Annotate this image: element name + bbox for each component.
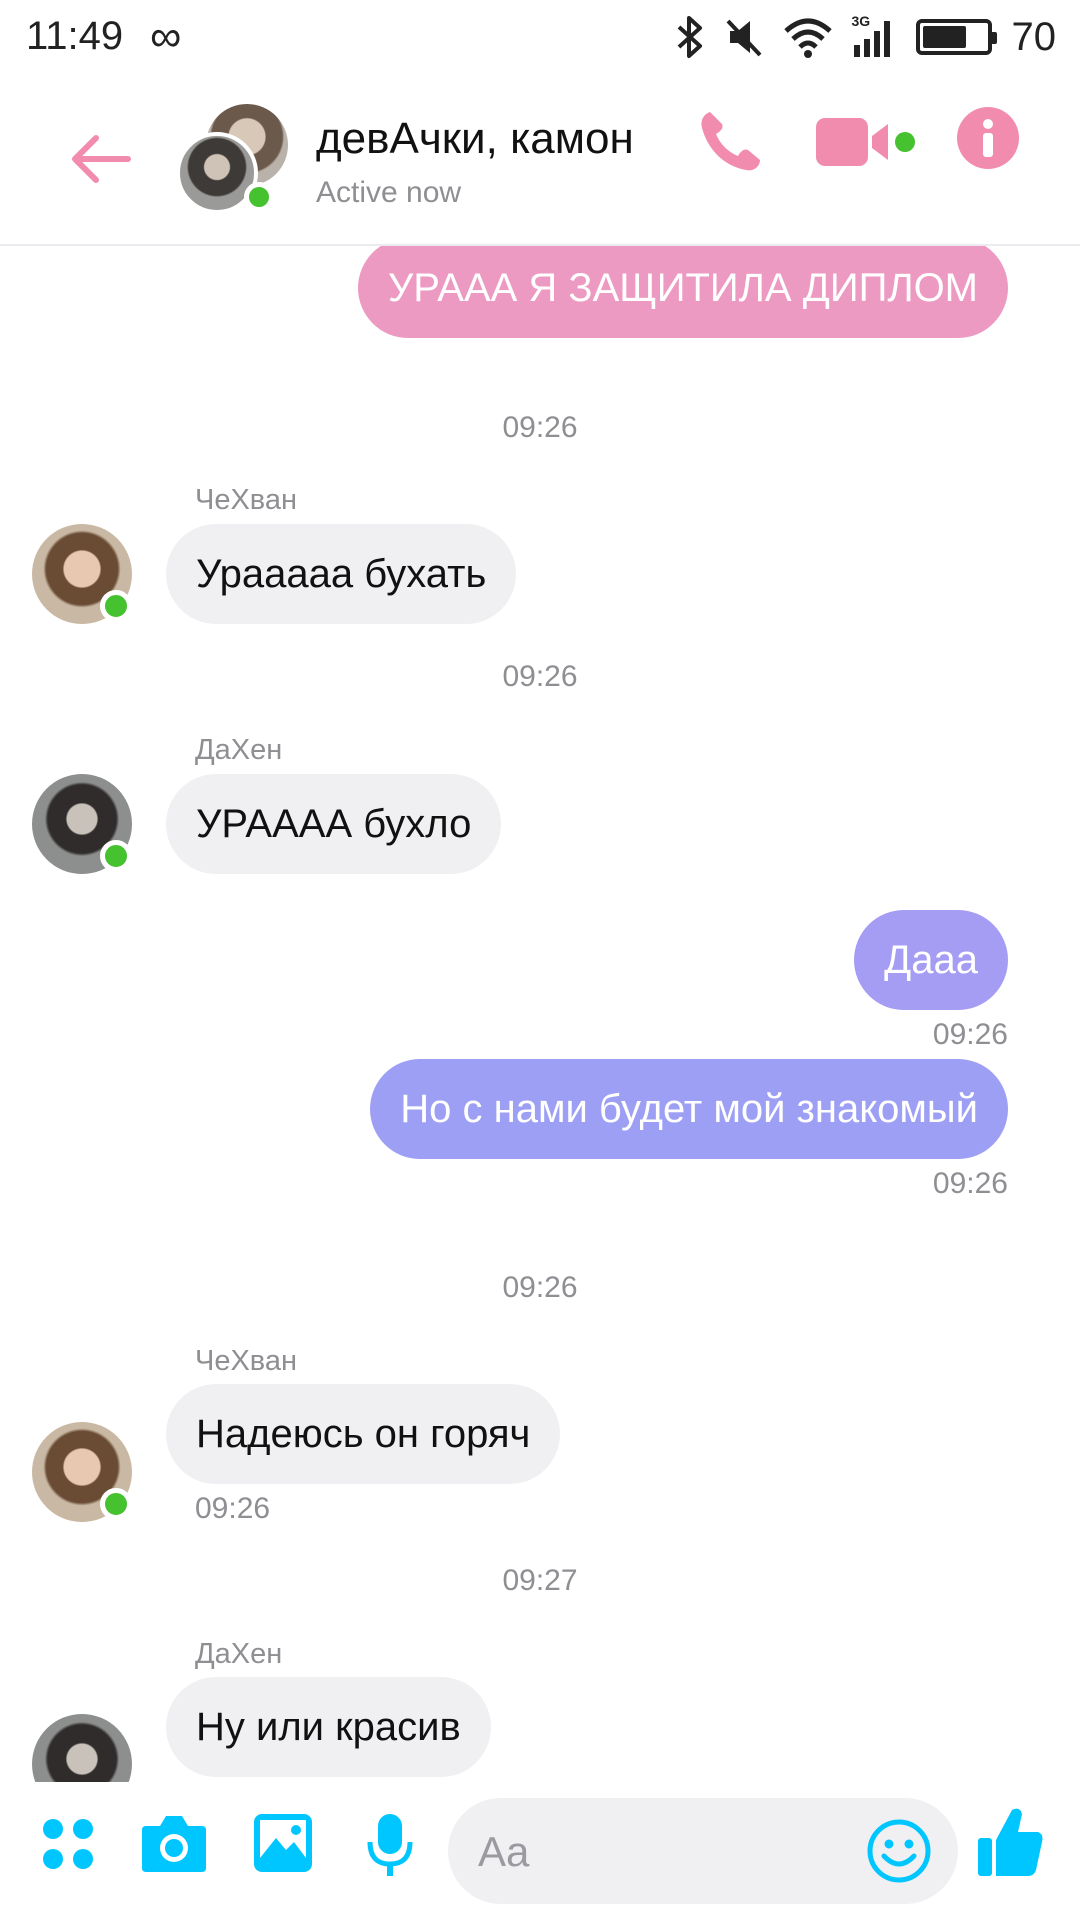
conversation-header: девАчки, камон Active now [0, 76, 1080, 246]
message-list[interactable]: УРААА Я ЗАЩИТИЛА ДИПЛОМ 09:26 ЧеХван Ура… [0, 246, 1080, 1782]
conversation-title[interactable]: девАчки, камон [316, 114, 634, 164]
outgoing-message[interactable]: Дааа [854, 910, 1008, 1010]
sender-name: ЧеХван [195, 484, 298, 516]
message-input[interactable]: Aa [448, 1798, 958, 1904]
incoming-message[interactable]: Надеюсь он горяч [166, 1384, 561, 1484]
info-icon[interactable] [956, 106, 1020, 170]
outgoing-message[interactable]: Но с нами будет мой знакомый [370, 1059, 1008, 1159]
bluetooth-icon [677, 16, 702, 58]
phone-icon[interactable] [696, 106, 766, 176]
message-composer: Aa [0, 1782, 1080, 1920]
status-time: 11:49 [26, 14, 124, 58]
emoji-icon[interactable] [866, 1818, 932, 1884]
infinity-icon: ∞ [150, 12, 182, 61]
online-indicator [100, 840, 132, 872]
3g-signal-icon: 3G [852, 13, 896, 59]
gallery-icon[interactable] [252, 1812, 314, 1874]
battery-percent: 70 [1011, 14, 1057, 59]
incoming-message[interactable]: УРАААА бухло [166, 774, 502, 874]
timestamp-divider: 09:26 [502, 411, 578, 444]
message-time: 09:26 [932, 1018, 1008, 1051]
presence-status: Active now [316, 176, 462, 209]
status-bar: 11:49 ∞ 3G 70 [0, 0, 1080, 76]
sender-name: ДаХен [195, 734, 283, 766]
incoming-message[interactable]: Ну или красив [166, 1677, 491, 1777]
thumbs-up-icon[interactable] [976, 1804, 1046, 1880]
back-arrow-icon[interactable] [66, 124, 136, 194]
group-avatar[interactable] [176, 104, 288, 214]
camera-icon[interactable] [140, 1812, 208, 1874]
battery-icon [915, 19, 997, 55]
sender-name: ДаХен [195, 1638, 283, 1670]
online-indicator [100, 1488, 132, 1520]
timestamp-divider: 09:26 [502, 1271, 578, 1304]
microphone-icon[interactable] [364, 1812, 416, 1878]
timestamp-divider: 09:27 [502, 1564, 578, 1597]
incoming-message[interactable]: Урааааа бухать [166, 524, 517, 624]
timestamp-divider: 09:26 [502, 660, 578, 693]
message-time: 09:26 [932, 1167, 1008, 1200]
outgoing-message[interactable]: УРААА Я ЗАЩИТИЛА ДИПЛОМ [357, 246, 1008, 338]
apps-grid-icon[interactable] [40, 1816, 96, 1872]
message-time: 09:26 [195, 1492, 271, 1525]
wifi-icon [783, 18, 832, 58]
online-indicator [244, 182, 274, 212]
avatar[interactable] [32, 1714, 132, 1782]
online-indicator [100, 590, 132, 622]
message-input-placeholder: Aa [478, 1828, 530, 1875]
sender-name: ЧеХван [195, 1345, 298, 1377]
mute-icon [726, 19, 761, 57]
video-icon[interactable] [816, 112, 926, 172]
